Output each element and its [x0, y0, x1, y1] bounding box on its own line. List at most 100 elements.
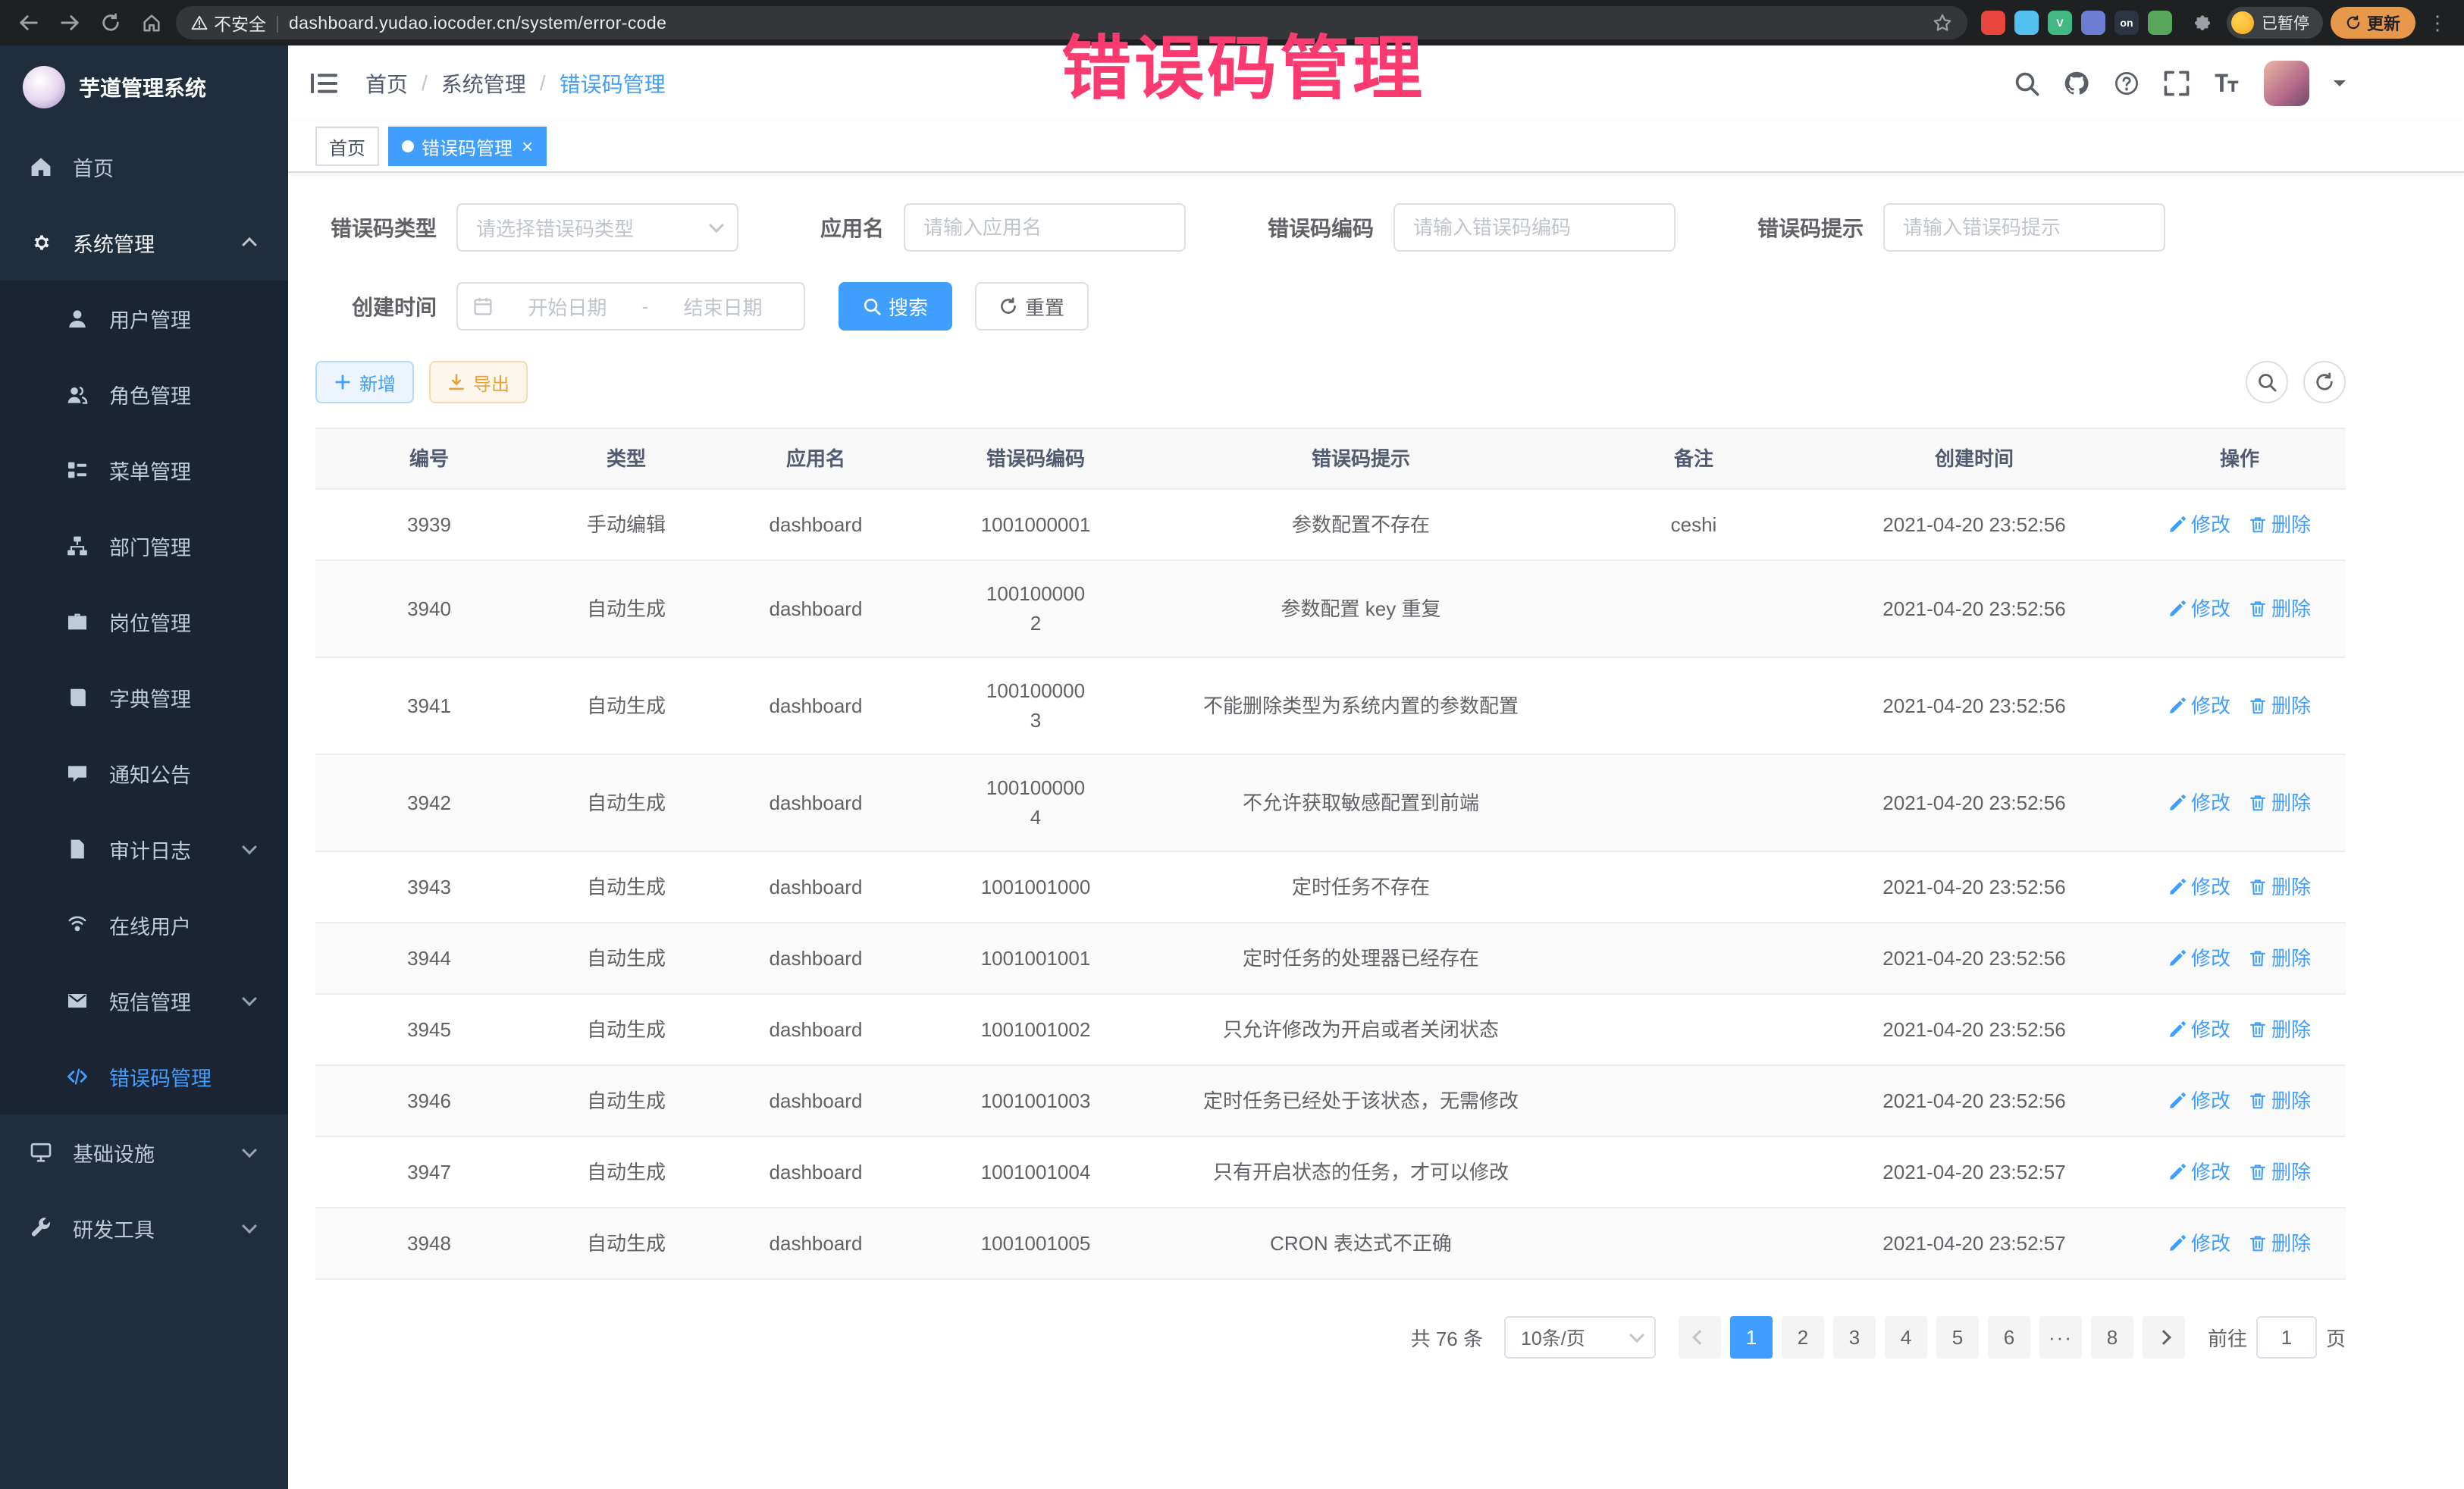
profile-paused-badge[interactable]: 已暂停 — [2227, 7, 2323, 39]
next-page-button[interactable] — [2143, 1316, 2185, 1359]
tab-错误码管理[interactable]: 错误码管理× — [388, 127, 547, 166]
close-icon[interactable]: × — [522, 136, 533, 156]
delete-link[interactable]: 删除 — [2249, 944, 2311, 973]
edit-link[interactable]: 修改 — [2168, 788, 2230, 818]
sidebar-item-online-users[interactable]: 在线用户 — [0, 887, 288, 963]
page-button-4[interactable]: 4 — [1885, 1316, 1927, 1359]
delete-link[interactable]: 删除 — [2249, 873, 2311, 902]
delete-link[interactable]: 删除 — [2249, 510, 2311, 540]
goto-page-input[interactable] — [2256, 1316, 2317, 1359]
vue-devtools-extension-icon[interactable]: V — [2048, 11, 2072, 35]
edit-link[interactable]: 修改 — [2168, 594, 2230, 624]
edit-link[interactable]: 修改 — [2168, 944, 2230, 973]
error-code-input[interactable] — [1393, 203, 1676, 252]
breadcrumb-item[interactable]: 首页 — [365, 68, 408, 99]
sidebar-item-dev-tools[interactable]: 研发工具 — [0, 1190, 288, 1266]
browser-update-button[interactable]: 更新 — [2331, 7, 2415, 39]
edit-link[interactable]: 修改 — [2168, 510, 2230, 540]
infra-icon — [30, 1142, 52, 1163]
fullscreen-icon[interactable] — [2164, 71, 2190, 96]
date-range-picker[interactable]: 开始日期 - 结束日期 — [456, 282, 805, 331]
delete-link[interactable]: 删除 — [2249, 1158, 2311, 1187]
sidebar-item-users[interactable]: 用户管理 — [0, 281, 288, 356]
edit-icon — [2168, 1020, 2187, 1039]
cell-app: dashboard — [710, 1139, 922, 1205]
delete-link[interactable]: 删除 — [2249, 1086, 2311, 1116]
sidebar-item-infra[interactable]: 基础设施 — [0, 1114, 288, 1190]
pagination: 共 76 条 10条/页 123456···8 前往 页 — [315, 1316, 2346, 1359]
caret-down-icon[interactable] — [2334, 80, 2346, 92]
column-header: 备注 — [1572, 444, 1815, 474]
error-code-table: 编号类型应用名错误码编码错误码提示备注创建时间操作 3939手动编辑dashbo… — [315, 428, 2346, 1280]
green-extension-icon[interactable] — [2148, 11, 2172, 35]
sidebar-item-posts[interactable]: 岗位管理 — [0, 584, 288, 660]
prev-page-button[interactable] — [1679, 1316, 1721, 1359]
delete-link[interactable]: 删除 — [2249, 788, 2311, 818]
sidebar-item-system[interactable]: 系统管理 — [0, 205, 288, 281]
onetab-extension-icon[interactable]: on — [2114, 11, 2139, 35]
export-button[interactable]: 导出 — [429, 361, 528, 403]
error-type-select[interactable]: 请选择错误码类型 — [456, 203, 738, 252]
end-date-input[interactable]: 结束日期 — [657, 293, 788, 321]
sidebar-item-audit-log[interactable]: 审计日志 — [0, 811, 288, 887]
sidebar-item-home[interactable]: 首页 — [0, 129, 288, 205]
sidebar-item-roles[interactable]: 角色管理 — [0, 356, 288, 432]
goto-label: 前往 — [2208, 1324, 2247, 1352]
more-pages-button[interactable]: ··· — [2039, 1316, 2082, 1359]
refresh-table-button[interactable] — [2303, 361, 2346, 403]
sidebar-item-dict[interactable]: 字典管理 — [0, 660, 288, 735]
browser-home-icon[interactable] — [135, 6, 168, 39]
forward-icon[interactable] — [53, 6, 86, 39]
search-icon[interactable] — [2014, 71, 2039, 96]
page-button-8[interactable]: 8 — [2091, 1316, 2133, 1359]
toggle-search-button[interactable] — [2246, 361, 2288, 403]
edit-link[interactable]: 修改 — [2168, 1086, 2230, 1116]
page-button-5[interactable]: 5 — [1936, 1316, 1979, 1359]
help-icon[interactable] — [2114, 71, 2140, 96]
delete-link[interactable]: 删除 — [2249, 691, 2311, 721]
browser-menu-dots-icon[interactable]: ⋮ — [2423, 11, 2452, 35]
add-button[interactable]: 新增 — [315, 361, 414, 403]
extensions-puzzle-icon[interactable] — [2186, 6, 2219, 39]
reload-icon[interactable] — [94, 6, 127, 39]
sidebar-item-menus[interactable]: 菜单管理 — [0, 432, 288, 508]
page-button-2[interactable]: 2 — [1782, 1316, 1824, 1359]
search-button[interactable]: 搜索 — [839, 282, 952, 331]
tab-首页[interactable]: 首页 — [315, 127, 379, 166]
sidebar-item-notice[interactable]: 通知公告 — [0, 735, 288, 811]
breadcrumb-item: 错误码管理 — [560, 68, 666, 99]
page-size-select[interactable]: 10条/页 — [1504, 1316, 1656, 1359]
sidebar-item-error-code[interactable]: 错误码管理 — [0, 1039, 288, 1114]
adblock-extension-icon[interactable] — [1981, 11, 2005, 35]
edit-link[interactable]: 修改 — [2168, 1015, 2230, 1045]
cell-id: 3939 — [315, 492, 543, 558]
app-logo[interactable]: 芋道管理系统 — [0, 45, 288, 129]
cell-type: 自动生成 — [543, 673, 710, 739]
error-hint-input[interactable] — [1883, 203, 2165, 252]
edit-link[interactable]: 修改 — [2168, 1158, 2230, 1187]
github-icon[interactable] — [2064, 71, 2089, 96]
hamburger-icon[interactable] — [311, 71, 338, 96]
bookmark-star-icon[interactable] — [1933, 13, 1952, 33]
page-button-6[interactable]: 6 — [1988, 1316, 2030, 1359]
user-avatar[interactable] — [2264, 61, 2309, 106]
start-date-input[interactable]: 开始日期 — [502, 293, 633, 321]
delete-link[interactable]: 删除 — [2249, 1229, 2311, 1259]
delete-link[interactable]: 删除 — [2249, 594, 2311, 624]
edit-link[interactable]: 修改 — [2168, 873, 2230, 902]
page-button-3[interactable]: 3 — [1833, 1316, 1876, 1359]
edit-link[interactable]: 修改 — [2168, 1229, 2230, 1259]
colorpick-extension-icon[interactable] — [2014, 11, 2039, 35]
font-size-icon[interactable] — [2214, 71, 2240, 96]
grid-extension-icon[interactable] — [2081, 11, 2105, 35]
page-button-1[interactable]: 1 — [1730, 1316, 1773, 1359]
table-row: 3942自动生成dashboard1001000004不允许获取敏感配置到前端2… — [315, 755, 2346, 852]
back-icon[interactable] — [12, 6, 45, 39]
app-name-input[interactable] — [904, 203, 1186, 252]
breadcrumb-item[interactable]: 系统管理 — [441, 68, 526, 99]
delete-link[interactable]: 删除 — [2249, 1015, 2311, 1045]
sidebar-item-sms[interactable]: 短信管理 — [0, 963, 288, 1039]
sidebar-item-depts[interactable]: 部门管理 — [0, 508, 288, 584]
edit-link[interactable]: 修改 — [2168, 691, 2230, 721]
reset-button[interactable]: 重置 — [975, 282, 1089, 331]
